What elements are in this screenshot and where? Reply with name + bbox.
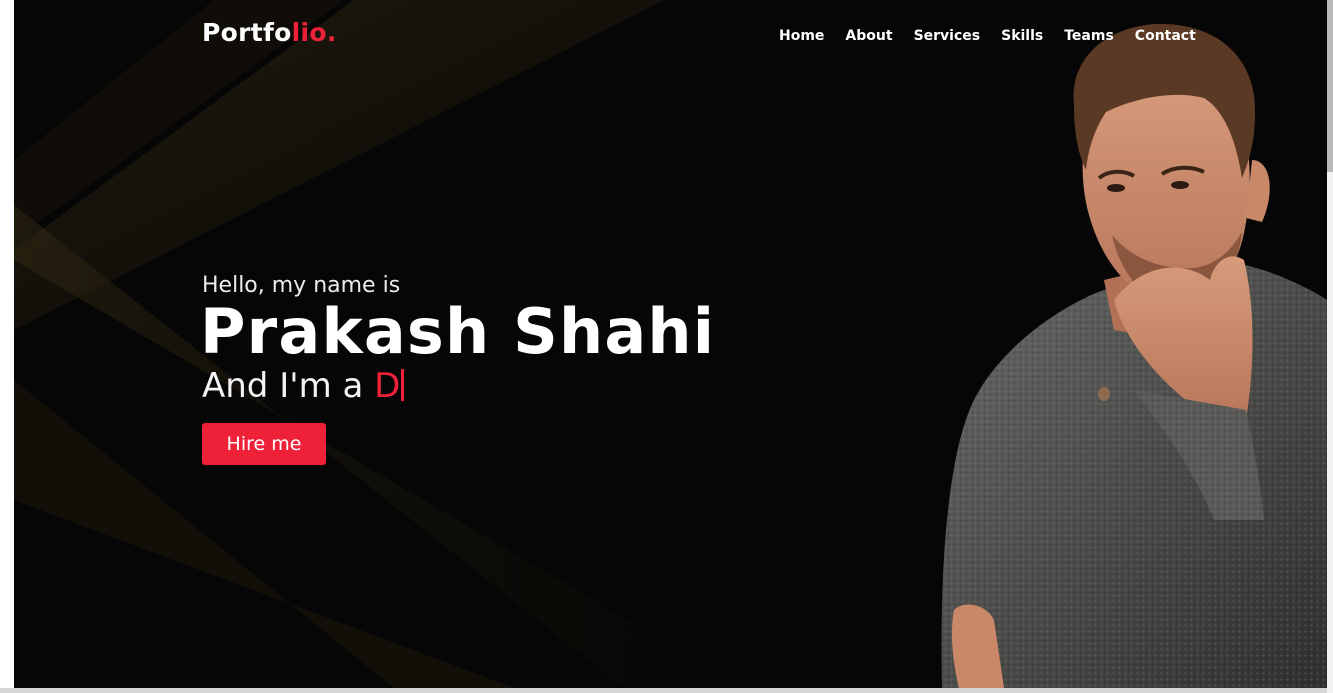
- role-typed-text: D: [374, 366, 401, 406]
- nav-link-skills[interactable]: Skills: [1001, 28, 1043, 44]
- page: Portfolio. Home About Services Skills Te…: [0, 0, 1333, 693]
- page-bottom-edge: [0, 688, 1327, 693]
- nav-link-teams[interactable]: Teams: [1064, 28, 1114, 44]
- nav-link-about[interactable]: About: [845, 28, 892, 44]
- hero-name: Prakash Shahi: [200, 295, 716, 368]
- nav-link-services[interactable]: Services: [914, 28, 981, 44]
- vertical-scrollbar[interactable]: [1327, 0, 1333, 693]
- nav-link-contact[interactable]: Contact: [1135, 28, 1196, 44]
- nav-link-home[interactable]: Home: [779, 28, 824, 44]
- role-prefix: And I'm a: [202, 366, 364, 406]
- logo-main-text: Portfo: [202, 18, 292, 47]
- typing-cursor: [401, 369, 405, 401]
- hero-role-line: And I'm a D: [202, 366, 405, 406]
- brand-logo[interactable]: Portfolio.: [202, 18, 337, 47]
- scrollbar-thumb[interactable]: [1327, 0, 1333, 172]
- logo-accent-text: lio.: [291, 18, 337, 47]
- main-navigation: Home About Services Skills Teams Contact: [779, 28, 1217, 44]
- hire-me-button[interactable]: Hire me: [202, 423, 326, 465]
